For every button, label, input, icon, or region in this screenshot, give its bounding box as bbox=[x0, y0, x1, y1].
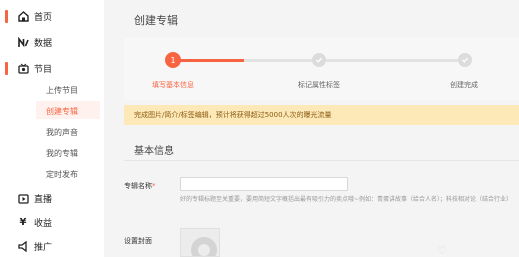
divider bbox=[124, 160, 519, 161]
cover-label: 设置封面 bbox=[124, 237, 152, 245]
cover-placeholder-icon bbox=[191, 237, 217, 256]
section-title: 基本信息 bbox=[134, 146, 174, 157]
check-icon bbox=[316, 57, 322, 63]
revenue-icon: ¥ bbox=[19, 216, 27, 228]
data-icon bbox=[17, 36, 29, 48]
step-2-label: 标记属性标签 bbox=[298, 81, 340, 89]
check-icon bbox=[462, 57, 468, 63]
sidebar: 首页 数据 节目 上传节目 创建专辑 我的声音 我的专辑 定时发布 直播 ¥ 收… bbox=[0, 0, 104, 257]
sidebar-item-label: 首页 bbox=[34, 13, 53, 23]
active-indicator bbox=[5, 9, 8, 23]
program-icon bbox=[17, 62, 29, 74]
cover-upload[interactable] bbox=[180, 228, 220, 257]
step-1-indicator: 1 bbox=[165, 52, 181, 68]
step-3-indicator bbox=[458, 53, 472, 67]
step-3-label: 创建完成 bbox=[450, 81, 478, 89]
sidebar-subitem-my-sounds[interactable]: 我的声音 bbox=[46, 127, 78, 138]
promote-icon bbox=[17, 240, 29, 252]
step-2-indicator bbox=[312, 53, 326, 67]
album-name-input[interactable] bbox=[180, 177, 348, 191]
notice-banner: 完成图片/简介/标签编辑，预计将获得超过5000人次的曝光流量 bbox=[124, 105, 519, 125]
progress-track-done bbox=[174, 59, 244, 62]
sidebar-item-live[interactable]: 直播 bbox=[0, 190, 104, 206]
sidebar-item-label: 节目 bbox=[34, 65, 53, 75]
sidebar-item-label: 收益 bbox=[34, 219, 53, 229]
sidebar-item-label: 推广 bbox=[34, 243, 53, 253]
active-indicator bbox=[5, 61, 8, 75]
album-name-hint: 好的专辑标题至关重要，要用简短文字概括出最有吸引力的卖点哦~例如：青蛋讲故事（给… bbox=[180, 196, 513, 203]
sidebar-item-promote[interactable]: 推广 bbox=[0, 238, 104, 254]
required-mark: * bbox=[152, 182, 156, 190]
sidebar-subitem-upload[interactable]: 上传节目 bbox=[46, 85, 78, 96]
progress-track-pending bbox=[244, 59, 466, 62]
home-icon bbox=[17, 10, 29, 22]
album-name-label: 专辑名称* bbox=[124, 181, 156, 191]
step-progress: 1 填写基本信息 标记属性标签 创建完成 bbox=[124, 38, 519, 100]
sidebar-subitem-scheduled[interactable]: 定时发布 bbox=[46, 169, 78, 180]
page-title: 创建专辑 bbox=[134, 14, 178, 27]
sidebar-item-program[interactable]: 节目 bbox=[0, 60, 104, 76]
sidebar-item-revenue[interactable]: ¥ 收益 bbox=[0, 214, 104, 230]
sidebar-item-home[interactable]: 首页 bbox=[0, 8, 104, 24]
main-content: 创建专辑 1 填写基本信息 标记属性标签 创建完成 完成图片/简介/标签编辑，预… bbox=[124, 0, 519, 257]
live-icon bbox=[17, 192, 29, 204]
heart-icon: ♡ bbox=[437, 244, 447, 257]
step-1-label: 填写基本信息 bbox=[152, 81, 194, 89]
sidebar-item-data[interactable]: 数据 bbox=[0, 34, 104, 50]
sidebar-item-label: 数据 bbox=[34, 39, 53, 49]
sidebar-subitem-my-albums[interactable]: 我的专辑 bbox=[46, 148, 78, 159]
album-name-label-text: 专辑名称 bbox=[124, 182, 152, 190]
sidebar-item-label: 直播 bbox=[34, 195, 53, 205]
sidebar-subitem-create-album[interactable]: 创建专辑 bbox=[46, 106, 78, 117]
